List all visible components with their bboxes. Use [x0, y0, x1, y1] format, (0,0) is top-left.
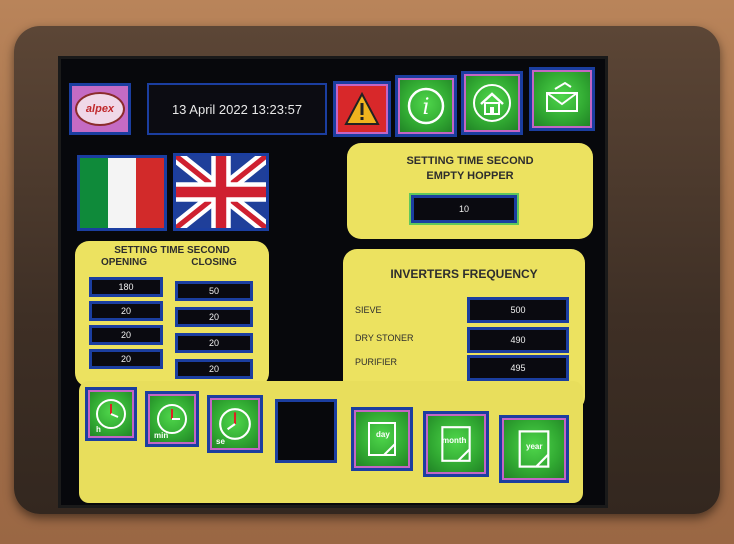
day-report-icon [368, 422, 396, 456]
purifier-label: PURIFIER [355, 357, 398, 367]
alarm-button[interactable] [333, 81, 391, 137]
day-label: day [376, 430, 390, 439]
seconds-label: se [216, 437, 225, 446]
mail-button[interactable] [529, 67, 595, 131]
warning-icon [344, 92, 380, 125]
info-button[interactable]: i [395, 75, 457, 137]
gates-panel: SETTING TIME SECOND OPENING CLOSING 180 … [75, 241, 269, 387]
closing-input-2[interactable]: 20 [175, 307, 253, 327]
inverters-title: INVERTERS FREQUENCY [390, 267, 538, 281]
hopper-time-input[interactable]: 10 [411, 195, 517, 223]
bottom-toolbar: h min se day month year [79, 381, 583, 503]
svg-text:i: i [422, 95, 429, 120]
closing-input-3[interactable]: 20 [175, 333, 253, 353]
closing-input-1[interactable]: 50 [175, 281, 253, 301]
blank-button[interactable] [275, 399, 337, 463]
opening-input-3[interactable]: 20 [89, 325, 163, 345]
mail-icon [546, 81, 578, 112]
hours-clock-button[interactable]: h [85, 387, 137, 441]
uk-flag-icon [176, 156, 266, 228]
hours-label: h [96, 425, 101, 434]
year-report-button[interactable]: year [499, 415, 569, 483]
company-logo: alpex [69, 83, 131, 135]
minutes-clock-button[interactable]: min [145, 391, 199, 447]
uk-flag-button[interactable] [173, 153, 269, 231]
year-label: year [526, 442, 543, 451]
month-label: month [442, 436, 467, 445]
opening-input-1[interactable]: 180 [89, 277, 163, 297]
home-button[interactable] [461, 71, 523, 135]
month-report-button[interactable]: month [423, 411, 489, 477]
hopper-title-line2: EMPTY HOPPER [426, 170, 514, 182]
gates-title: SETTING TIME SECOND [114, 245, 230, 256]
opening-input-4[interactable]: 20 [89, 349, 163, 369]
day-report-button[interactable]: day [351, 407, 413, 471]
dry-stoner-frequency-input[interactable]: 490 [467, 327, 569, 353]
opening-input-2[interactable]: 20 [89, 301, 163, 321]
hopper-title-line1: SETTING TIME SECOND [406, 155, 534, 167]
opening-label: OPENING [100, 257, 148, 268]
home-icon [473, 84, 511, 122]
minutes-label: min [154, 431, 169, 440]
hmi-screen: alpex 13 April 2022 13:23:57 i SETTING T… [58, 56, 608, 508]
closing-label: CLOSING [191, 257, 237, 268]
seconds-clock-button[interactable]: se [207, 395, 263, 453]
closing-input-4[interactable]: 20 [175, 359, 253, 379]
datetime-display: 13 April 2022 13:23:57 [147, 83, 327, 135]
purifier-frequency-input[interactable]: 495 [467, 355, 569, 381]
hopper-panel: SETTING TIME SECOND EMPTY HOPPER 10 [347, 143, 593, 239]
dry-stoner-label: DRY STONER [355, 333, 414, 343]
sieve-label: SIEVE [355, 305, 382, 315]
logo-text: alpex [75, 92, 125, 126]
info-icon: i [407, 87, 445, 125]
sieve-frequency-input[interactable]: 500 [467, 297, 569, 323]
italian-flag-button[interactable] [77, 155, 167, 231]
